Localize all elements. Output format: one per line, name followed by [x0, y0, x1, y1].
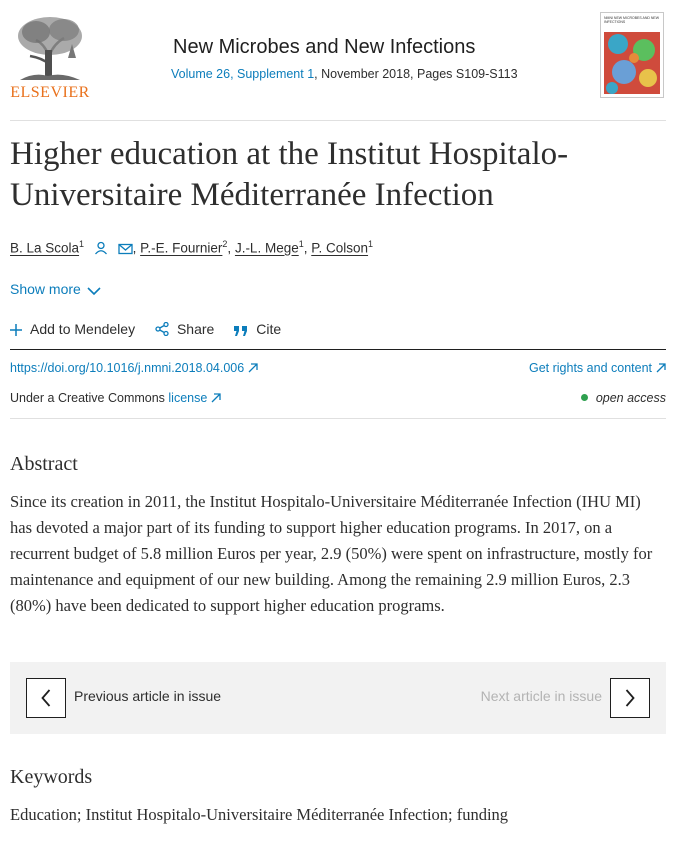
author-link[interactable]: P.-E. Fournier [140, 241, 222, 256]
share-icon [155, 321, 169, 339]
author-list: B. La Scola1 , P.-E. Fournier2, J.-L. Me… [10, 239, 374, 258]
chevron-left-icon [41, 689, 51, 707]
chevron-right-icon [625, 689, 635, 707]
license-info: Under a Creative Commons license [10, 391, 221, 405]
share-button[interactable]: Share [155, 321, 214, 339]
article-title: Higher education at the Institut Hospita… [10, 136, 569, 213]
journal-issue-info: Volume 26, Supplement 1, November 2018, … [171, 67, 518, 81]
doi-text: https://doi.org/10.1016/j.nmni.2018.04.0… [10, 361, 245, 375]
abstract-heading: Abstract [10, 453, 78, 475]
author-link[interactable]: P. Colson [311, 241, 368, 256]
elsevier-wordmark: ELSEVIER [10, 84, 90, 101]
share-label: Share [176, 321, 215, 337]
previous-article-button[interactable] [26, 678, 66, 718]
get-rights-link[interactable]: Get rights and content [529, 361, 666, 375]
article-navigation: Previous article in issue Next article i… [10, 662, 666, 734]
author-link[interactable]: B. La Scola [10, 241, 79, 256]
affiliation-marker: 1 [368, 239, 374, 249]
doi-link[interactable]: https://doi.org/10.1016/j.nmni.2018.04.0… [10, 361, 258, 375]
issue-details: , November 2018, Pages S109-S113 [314, 67, 518, 81]
rights-text: Get rights and content [529, 361, 652, 375]
cover-text: NMNI NEW MICROBES AND NEW INFECTIONS [604, 16, 660, 24]
email-icon[interactable] [117, 243, 133, 258]
affiliation-marker: 1 [79, 239, 85, 249]
next-article-label[interactable]: Next article in issue [481, 688, 602, 704]
next-article-button[interactable] [610, 678, 650, 718]
cite-label: Cite [256, 321, 282, 337]
abstract-text: Since its creation in 2011, the Institut… [10, 492, 653, 615]
person-icon[interactable] [94, 241, 108, 258]
add-to-mendeley-button[interactable]: Add to Mendeley [10, 321, 135, 339]
keywords-heading: Keywords [10, 766, 93, 788]
elsevier-logo[interactable]: ELSEVIER [10, 10, 90, 102]
article-actions: Add to Mendeley Share Cite [10, 321, 297, 339]
cite-button[interactable]: Cite [234, 321, 281, 339]
cover-image [604, 32, 660, 94]
mendeley-label: Add to Mendeley [30, 321, 136, 337]
external-link-icon [656, 363, 666, 373]
license-prefix: Under a Creative Commons [10, 391, 169, 405]
open-access-dot-icon [580, 394, 588, 401]
chevron-down-icon [87, 287, 101, 296]
volume-link[interactable]: Volume 26, Supplement 1 [171, 67, 314, 81]
previous-article-label[interactable]: Previous article in issue [74, 688, 221, 704]
elsevier-tree-icon [14, 14, 86, 82]
journal-cover-thumbnail[interactable]: NMNI NEW MICROBES AND NEW INFECTIONS [600, 12, 664, 98]
license-link[interactable]: license [168, 391, 221, 405]
meta-divider [10, 418, 666, 419]
external-link-icon [211, 393, 221, 403]
open-access-badge: open access [580, 391, 666, 405]
show-more-label: Show more [10, 281, 81, 297]
open-access-label: open access [595, 391, 666, 405]
external-link-icon [248, 363, 258, 373]
header-divider [10, 120, 666, 121]
journal-title[interactable]: New Microbes and New Infections [173, 36, 475, 59]
keywords-list: Education; Institut Hospitalo-Universita… [10, 805, 509, 824]
author-link[interactable]: J.-L. Mege [235, 241, 299, 256]
journal-header: ELSEVIER New Microbes and New Infections… [10, 10, 666, 120]
actions-divider [10, 349, 666, 350]
plus-icon [10, 323, 22, 339]
quote-icon [234, 323, 248, 339]
show-more-button[interactable]: Show more [10, 281, 101, 297]
